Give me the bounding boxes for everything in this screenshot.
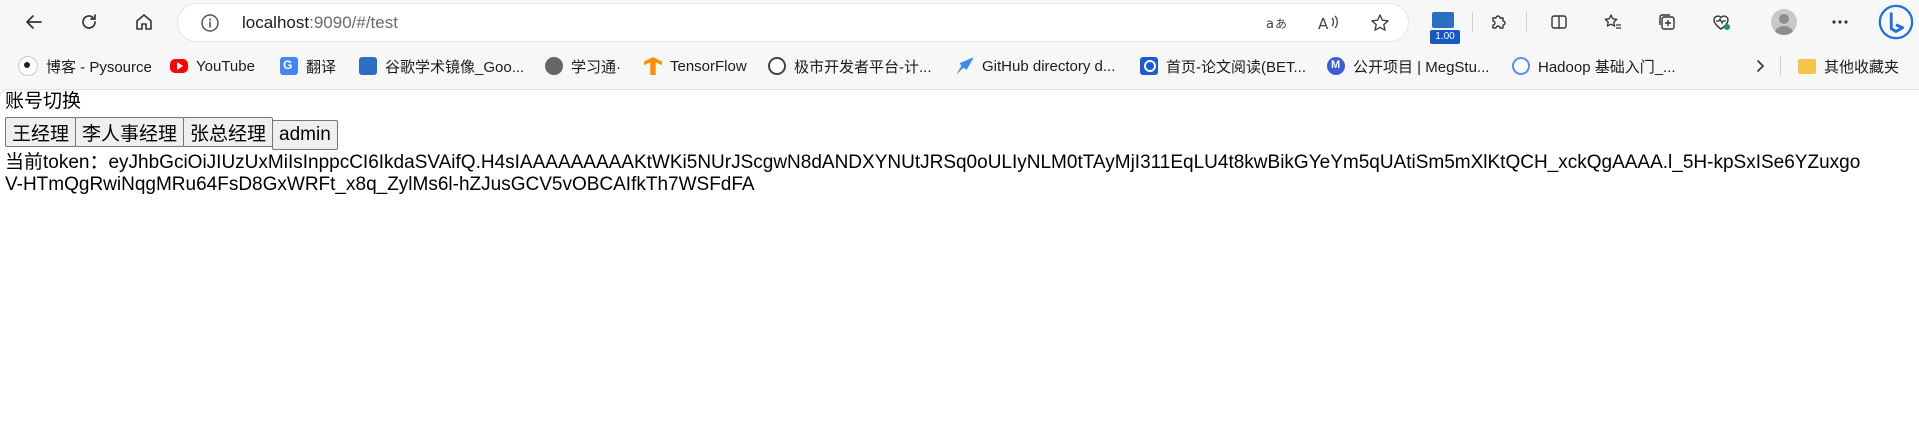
extension-badge-label: 1.00 <box>1430 30 1460 44</box>
bing-icon <box>1878 4 1914 40</box>
bookmark-item[interactable]: 学习通· <box>545 54 621 78</box>
puzzle-icon <box>1492 15 1506 29</box>
home-icon <box>136 14 152 30</box>
svg-text:あ: あ <box>1275 17 1287 31</box>
favorites-list-icon <box>1604 14 1621 29</box>
bookmark-label: 首页-论文阅读(BET... <box>1166 58 1307 76</box>
refresh-button[interactable] <box>73 6 105 38</box>
url-host: localhost <box>242 13 310 32</box>
bookmark-label: 极市开发者平台-计... <box>794 58 932 76</box>
bookmark-item[interactable]: 谷歌学术镜像_Goo... <box>359 54 524 78</box>
tensorflow-icon <box>644 57 662 75</box>
scholar-mirror-icon <box>359 57 377 75</box>
account-button-zhang[interactable]: 张总经理 <box>183 117 274 147</box>
token-value: eyJhbGciOiJIUzUxMiIsInppcCI6IkdaSVAifQ.H… <box>5 152 1861 195</box>
collections-button[interactable] <box>1651 6 1683 38</box>
current-token: 当前token：eyJhbGciOiJIUzUxMiIsInppcCI6Ikda… <box>5 152 1865 196</box>
bookmark-item[interactable]: GitHub directory d... <box>956 54 1115 78</box>
collections-icon <box>1659 14 1675 30</box>
extreme-mart-icon <box>768 57 786 75</box>
arrow-left-icon <box>26 15 42 29</box>
page-title: 账号切换 <box>5 91 82 112</box>
bookmark-label: 翻译 <box>306 58 337 76</box>
chevron-right-icon <box>1757 60 1765 72</box>
url-text[interactable]: localhost:9090/#/test <box>242 13 398 33</box>
split-screen-icon <box>1551 15 1567 29</box>
account-button-wang[interactable]: 王经理 <box>5 117 77 147</box>
home-button[interactable] <box>128 6 160 38</box>
favorites-button[interactable] <box>1597 6 1629 38</box>
paper-reading-icon <box>1140 57 1158 75</box>
favorite-star-icon[interactable] <box>1368 11 1392 35</box>
bookmark-label: TensorFlow <box>670 57 747 75</box>
token-label: 当前token： <box>5 152 109 173</box>
extension-icon <box>1432 12 1454 28</box>
url-path: :9090/#/test <box>309 13 398 32</box>
globe-icon <box>545 57 563 75</box>
bookmark-label: 谷歌学术镜像_Goo... <box>385 58 525 76</box>
translate-icon: G <box>280 57 298 75</box>
profile-avatar[interactable] <box>1771 9 1797 35</box>
folder-icon <box>1798 58 1816 74</box>
bookmark-label: 其他收藏夹 <box>1824 58 1900 76</box>
bookmark-label: GitHub directory d... <box>982 57 1116 75</box>
back-button[interactable] <box>18 6 50 38</box>
toolbar-divider <box>1526 12 1527 32</box>
info-icon[interactable] <box>200 13 220 33</box>
bookmark-label: 博客 - Pysource <box>46 58 152 76</box>
rocket-icon <box>956 57 974 75</box>
bookmark-item[interactable]: 博客 - Pysource <box>18 54 152 78</box>
address-bar[interactable]: localhost:9090/#/test aあ A <box>178 4 1408 41</box>
toolbar-divider <box>1472 12 1473 32</box>
bookmark-item[interactable]: YouTube <box>170 54 255 78</box>
svg-text:A: A <box>1318 15 1329 33</box>
bookmarks-bar: 博客 - Pysource YouTube G 翻译 谷歌学术镜像_Goo...… <box>0 48 1919 84</box>
page-viewport: 账号切换 王经理 李人事经理 张总经理 admin 当前token：eyJhbGciO… <box>0 90 1919 435</box>
settings-more-button[interactable] <box>1824 6 1856 38</box>
youtube-icon <box>170 59 188 73</box>
hadoop-icon <box>1512 57 1530 75</box>
translate-page-icon[interactable]: aあ <box>1264 11 1288 35</box>
account-button-li[interactable]: 李人事经理 <box>75 117 185 147</box>
heart-pulse-icon <box>1713 15 1730 30</box>
svg-text:a: a <box>1266 17 1274 32</box>
other-favorites-folder[interactable]: 其他收藏夹 <box>1798 54 1899 78</box>
bookmark-label: Hadoop 基础入门_... <box>1538 58 1676 76</box>
split-screen-button[interactable] <box>1543 6 1575 38</box>
bookmark-item[interactable]: TensorFlow <box>644 54 747 78</box>
bookmark-item[interactable]: 首页-论文阅读(BET... <box>1140 54 1306 78</box>
account-button-admin[interactable]: admin <box>272 120 338 150</box>
megstudio-icon: M <box>1327 57 1345 75</box>
browser-essentials-button[interactable] <box>1705 6 1737 38</box>
browser-toolbar: localhost:9090/#/test aあ A 1.00 <box>0 0 1919 44</box>
extensions-button[interactable] <box>1483 6 1515 38</box>
more-dots-icon <box>1832 20 1848 24</box>
read-aloud-icon[interactable]: A <box>1316 11 1340 35</box>
bookmark-item[interactable]: 极市开发者平台-计... <box>768 54 932 78</box>
extension-badge[interactable]: 1.00 <box>1430 8 1460 44</box>
pysource-icon <box>18 56 38 76</box>
bookmark-label: 学习通· <box>571 58 621 76</box>
refresh-icon <box>82 14 96 29</box>
bookmark-item[interactable]: Hadoop 基础入门_... <box>1512 54 1676 78</box>
bookmark-label: 公开项目 | MegStu... <box>1353 58 1490 76</box>
bookmark-label: YouTube <box>196 57 255 75</box>
bing-copilot-button[interactable] <box>1876 2 1916 42</box>
bookmarks-divider <box>1780 56 1781 76</box>
bookmark-item[interactable]: G 翻译 <box>280 54 336 78</box>
account-button-group: 王经理 李人事经理 张总经理 admin <box>5 117 338 150</box>
bookmark-item[interactable]: M 公开项目 | MegStu... <box>1327 54 1489 78</box>
bookmarks-overflow-button[interactable] <box>1752 54 1768 78</box>
